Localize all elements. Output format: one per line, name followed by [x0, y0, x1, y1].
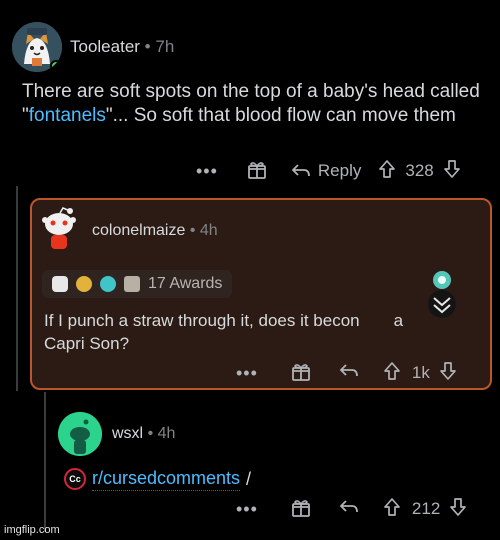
vote-score: 1k [411, 363, 430, 382]
separator-dot: • [147, 425, 154, 442]
trailing-text: / [246, 468, 252, 489]
username[interactable]: colonelmaize [92, 222, 185, 239]
timestamp: 4h [199, 222, 218, 239]
downvote-arrow-icon [450, 497, 467, 516]
awards-count: 17 Awards [148, 275, 223, 292]
comment-header: colonelmaize • 4h [92, 222, 218, 240]
vote-score: 212 [411, 499, 441, 518]
separator-dot: • [189, 222, 196, 239]
watermark: imgflip.com [4, 524, 60, 536]
upvote-button[interactable] [382, 361, 402, 386]
award-gift-icon[interactable] [290, 360, 312, 387]
gold-award-icon [76, 276, 92, 292]
reply-button[interactable]: Reply [290, 161, 361, 181]
award-gift-icon[interactable] [246, 158, 268, 185]
comment-thread: Tooleater • 7h There are soft spots on t… [0, 0, 500, 540]
username[interactable]: Tooleater [70, 37, 140, 56]
comment-actions: ••• Reply 328 [196, 158, 462, 185]
comment-body: There are soft spots on the top of a bab… [22, 80, 482, 128]
comment-body: Cc r/cursedcomments / [64, 466, 251, 491]
comment-link[interactable]: fontanels [29, 105, 106, 126]
reply-button[interactable] [338, 362, 360, 385]
comment-actions: ••• 1k [236, 360, 458, 387]
comment-text: Capri Son? [44, 334, 130, 353]
separator-dot: • [144, 37, 151, 56]
downvote-button[interactable] [438, 361, 458, 386]
reply-arrow-icon [339, 363, 358, 376]
comment-text: "... So soft that blood flow can move th… [105, 105, 456, 126]
thread-line[interactable] [16, 186, 18, 391]
comment-body: If I punch a straw through it, does it b… [44, 309, 484, 355]
subreddit-icon: Cc [64, 467, 86, 490]
downvote-arrow-icon [440, 361, 456, 380]
downvote-button[interactable] [448, 497, 468, 522]
avatar[interactable] [12, 22, 62, 72]
avatar[interactable] [40, 206, 78, 252]
upvote-arrow-icon [384, 361, 400, 380]
online-status-dot [50, 60, 62, 72]
snoo-avatar-icon [42, 207, 76, 249]
reply-arrow-icon [339, 499, 358, 512]
awards-bar[interactable]: 17 Awards [42, 270, 233, 298]
comment-text: If I punch a straw through it, does it b… [44, 311, 360, 330]
upvote-arrow-icon [379, 159, 396, 178]
comment-actions: ••• 212 [236, 496, 468, 523]
upvote-button[interactable] [382, 497, 402, 522]
downvote-button[interactable] [442, 159, 462, 184]
username[interactable]: wsxl [112, 425, 143, 442]
subreddit-link[interactable]: r/cursedcomments [92, 466, 241, 491]
platinum-award-icon [100, 276, 116, 292]
avatar[interactable] [58, 412, 102, 456]
more-options-button[interactable]: ••• [236, 499, 258, 520]
reply-button[interactable] [338, 498, 360, 521]
upvote-button[interactable] [377, 159, 397, 184]
reply-arrow-icon [291, 164, 310, 177]
more-options-button[interactable]: ••• [236, 363, 258, 384]
silver-award-icon [52, 276, 68, 292]
comment-header: wsxl • 4h [112, 425, 175, 443]
more-options-button[interactable]: ••• [196, 161, 218, 182]
thread-line[interactable] [44, 392, 46, 532]
reply-label: Reply [317, 161, 362, 180]
wholesome-award-icon [124, 276, 140, 292]
upvote-arrow-icon [384, 497, 400, 516]
comment-text: a [393, 311, 404, 330]
snoo-avatar-icon [58, 412, 102, 456]
timestamp: 7h [155, 37, 175, 56]
comment-header: Tooleater • 7h [70, 37, 174, 57]
vote-score: 328 [405, 161, 434, 180]
timestamp: 4h [157, 425, 176, 442]
award-gift-icon[interactable] [290, 496, 312, 523]
downvote-arrow-icon [443, 159, 460, 178]
